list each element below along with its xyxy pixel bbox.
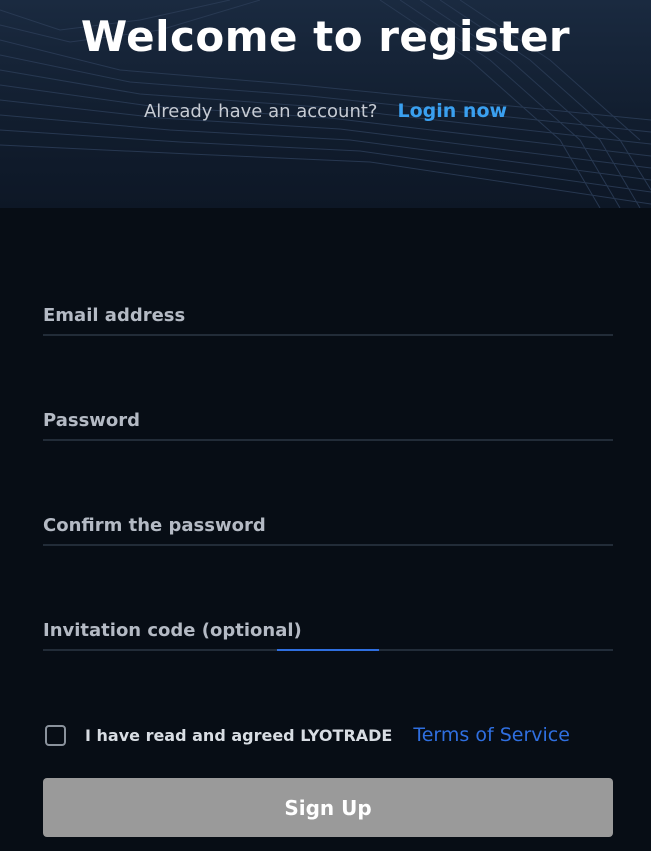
login-prompt: Already have an account? Login now — [0, 100, 651, 122]
invitation-code-focus-indicator — [277, 649, 379, 651]
confirm-password-underline — [43, 544, 613, 546]
sign-up-button[interactable]: Sign Up — [43, 778, 613, 837]
invitation-code-input[interactable] — [43, 611, 613, 651]
page-title: Welcome to register — [80, 12, 571, 61]
agree-text: I have read and agreed LYOTRADE — [85, 725, 393, 745]
confirm-password-field[interactable]: Confirm the password — [43, 506, 613, 546]
invitation-code-field[interactable]: Invitation code (optional) — [43, 611, 613, 651]
already-have-account-text: Already have an account? — [143, 101, 378, 122]
terms-agreement-row: I have read and agreed LYOTRADE Terms of… — [45, 722, 570, 748]
register-page: Welcome to register Already have an acco… — [0, 0, 651, 851]
password-input[interactable] — [43, 401, 613, 441]
terms-checkbox[interactable] — [45, 724, 66, 746]
header-banner: Welcome to register Already have an acco… — [0, 0, 651, 208]
password-underline — [43, 439, 613, 441]
email-input[interactable] — [43, 296, 613, 336]
email-underline — [43, 334, 613, 336]
email-field[interactable]: Email address — [43, 296, 613, 336]
terms-of-service-link[interactable]: Terms of Service — [413, 724, 570, 746]
login-now-link[interactable]: Login now — [398, 100, 508, 122]
password-field[interactable]: Password — [43, 401, 613, 441]
confirm-password-input[interactable] — [43, 506, 613, 546]
